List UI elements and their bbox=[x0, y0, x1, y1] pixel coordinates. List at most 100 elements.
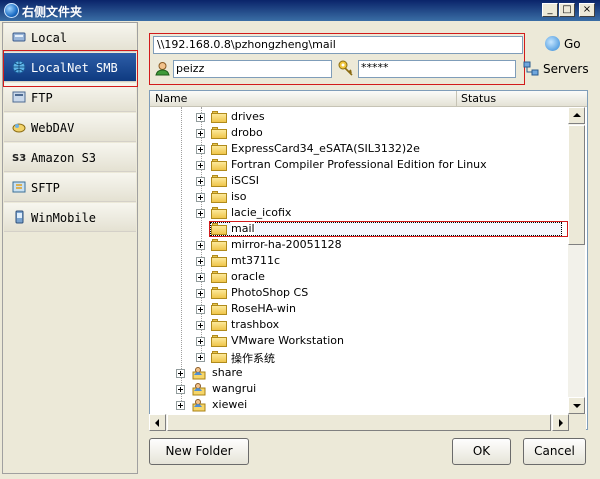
minimize-button[interactable]: _ bbox=[542, 3, 558, 17]
sidebar-item-label: FTP bbox=[31, 91, 53, 105]
expand-toggle-icon[interactable] bbox=[176, 401, 185, 410]
share-row[interactable]: xiewei bbox=[0, 397, 420, 413]
arrow-right-icon bbox=[559, 419, 563, 427]
expand-toggle-icon[interactable] bbox=[196, 241, 205, 250]
folder-icon bbox=[211, 303, 227, 315]
share-name: xiewei bbox=[212, 398, 248, 411]
expand-toggle-icon[interactable] bbox=[196, 289, 205, 298]
scroll-right-button[interactable] bbox=[552, 414, 569, 431]
shared-folder-user-icon bbox=[192, 383, 206, 396]
maximize-button[interactable]: □ bbox=[559, 3, 575, 17]
refresh-icon bbox=[545, 36, 560, 51]
folder-row[interactable]: Fortran Compiler Professional Edition fo… bbox=[0, 157, 487, 173]
scroll-up-button[interactable] bbox=[568, 107, 585, 124]
shared-folder-user-icon bbox=[192, 367, 206, 380]
folder-name: VMware Workstation bbox=[231, 334, 345, 347]
expand-toggle-icon[interactable] bbox=[196, 209, 205, 218]
active-protocol-highlight bbox=[3, 50, 138, 87]
folder-icon bbox=[211, 191, 227, 203]
expand-toggle-icon[interactable] bbox=[196, 337, 205, 346]
folder-name: lacie_icofix bbox=[231, 206, 292, 219]
folder-name: PhotoShop CS bbox=[231, 286, 309, 299]
servers-button[interactable]: Servers bbox=[523, 60, 589, 78]
folder-icon bbox=[211, 255, 227, 267]
folder-row[interactable]: lacie_icofix bbox=[0, 205, 420, 221]
folder-row[interactable]: RoseHA-win bbox=[0, 301, 420, 317]
expand-toggle-icon[interactable] bbox=[196, 129, 205, 138]
folder-icon bbox=[211, 239, 227, 251]
scroll-left-button[interactable] bbox=[149, 414, 166, 431]
expand-toggle-icon[interactable] bbox=[196, 273, 205, 282]
vertical-scroll-thumb[interactable] bbox=[568, 125, 585, 245]
expand-toggle-icon[interactable] bbox=[196, 353, 205, 362]
column-header-status[interactable]: Status bbox=[457, 91, 587, 107]
folder-row[interactable]: 操作系统 bbox=[0, 349, 420, 365]
folder-row[interactable]: mt3711c bbox=[0, 253, 420, 269]
sidebar-item-ftp[interactable]: FTP bbox=[4, 83, 136, 112]
folder-icon bbox=[211, 319, 227, 331]
new-folder-button[interactable]: New Folder bbox=[149, 438, 249, 465]
server-path-input[interactable]: \\192.168.0.8\pzhongzheng\mail bbox=[153, 36, 523, 54]
folder-icon bbox=[211, 335, 227, 347]
username-field[interactable]: peizz bbox=[173, 60, 332, 78]
sidebar-item-local[interactable]: Local bbox=[4, 23, 136, 52]
scroll-corner bbox=[569, 414, 586, 431]
folder-row[interactable]: trashbox bbox=[0, 317, 420, 333]
folder-name: drobo bbox=[231, 126, 263, 139]
expand-toggle-icon[interactable] bbox=[196, 305, 205, 314]
folder-name: iso bbox=[231, 190, 247, 203]
close-button[interactable]: × bbox=[579, 3, 595, 17]
folder-row[interactable]: ExpressCard34_eSATA(SIL3132)2e bbox=[0, 141, 420, 157]
folder-row[interactable]: drobo bbox=[0, 125, 420, 141]
folder-name: mirror-ha-20051128 bbox=[231, 238, 342, 251]
folder-icon bbox=[211, 175, 227, 187]
vertical-scrollbar[interactable] bbox=[568, 107, 585, 414]
folder-icon bbox=[211, 159, 227, 171]
share-row[interactable]: share bbox=[0, 365, 420, 381]
share-name: share bbox=[212, 366, 243, 379]
ftp-icon bbox=[12, 91, 26, 103]
horizontal-scroll-thumb[interactable] bbox=[167, 414, 551, 431]
folder-row[interactable]: iSCSI bbox=[0, 173, 420, 189]
servers-icon bbox=[523, 61, 539, 76]
folder-row[interactable]: oracle bbox=[0, 269, 420, 285]
expand-toggle-icon[interactable] bbox=[196, 145, 205, 154]
shared-folder-user-icon bbox=[192, 399, 206, 412]
folder-row[interactable]: mirror-ha-20051128 bbox=[0, 237, 420, 253]
local-disk-icon bbox=[12, 32, 26, 42]
go-label: Go bbox=[564, 37, 581, 51]
folder-row[interactable]: drives bbox=[0, 109, 420, 125]
folder-row[interactable]: PhotoShop CS bbox=[0, 285, 420, 301]
app-icon bbox=[4, 3, 19, 18]
folder-icon bbox=[211, 143, 227, 155]
share-name: wangrui bbox=[212, 382, 257, 395]
expand-toggle-icon[interactable] bbox=[196, 113, 205, 122]
arrow-up-icon bbox=[573, 113, 581, 117]
arrow-down-icon bbox=[573, 404, 581, 408]
ok-button[interactable]: OK bbox=[452, 438, 511, 465]
expand-toggle-icon[interactable] bbox=[196, 177, 205, 186]
share-row[interactable]: wangrui bbox=[0, 381, 420, 397]
folder-name: drives bbox=[231, 110, 265, 123]
scroll-down-button[interactable] bbox=[568, 397, 585, 414]
folder-row[interactable]: mail bbox=[0, 221, 420, 237]
folder-name: oracle bbox=[231, 270, 265, 283]
expand-toggle-icon[interactable] bbox=[196, 193, 205, 202]
go-button[interactable]: Go bbox=[545, 35, 585, 54]
folder-name: Fortran Compiler Professional Edition fo… bbox=[231, 158, 487, 171]
column-header-name[interactable]: Name bbox=[150, 91, 457, 107]
servers-label: Servers bbox=[543, 62, 589, 76]
expand-toggle-icon[interactable] bbox=[176, 385, 185, 394]
expand-toggle-icon[interactable] bbox=[196, 257, 205, 266]
folder-row[interactable]: VMware Workstation bbox=[0, 333, 420, 349]
expand-toggle-icon[interactable] bbox=[196, 161, 205, 170]
cancel-button[interactable]: Cancel bbox=[523, 438, 586, 465]
horizontal-scrollbar[interactable] bbox=[149, 414, 569, 431]
password-field[interactable]: ***** bbox=[358, 60, 516, 78]
folder-name: trashbox bbox=[231, 318, 280, 331]
expand-toggle-icon[interactable] bbox=[196, 321, 205, 330]
list-header: Name Status bbox=[150, 91, 587, 107]
expand-toggle-icon[interactable] bbox=[176, 369, 185, 378]
folder-row[interactable]: iso bbox=[0, 189, 420, 205]
folder-name: iSCSI bbox=[231, 174, 259, 187]
